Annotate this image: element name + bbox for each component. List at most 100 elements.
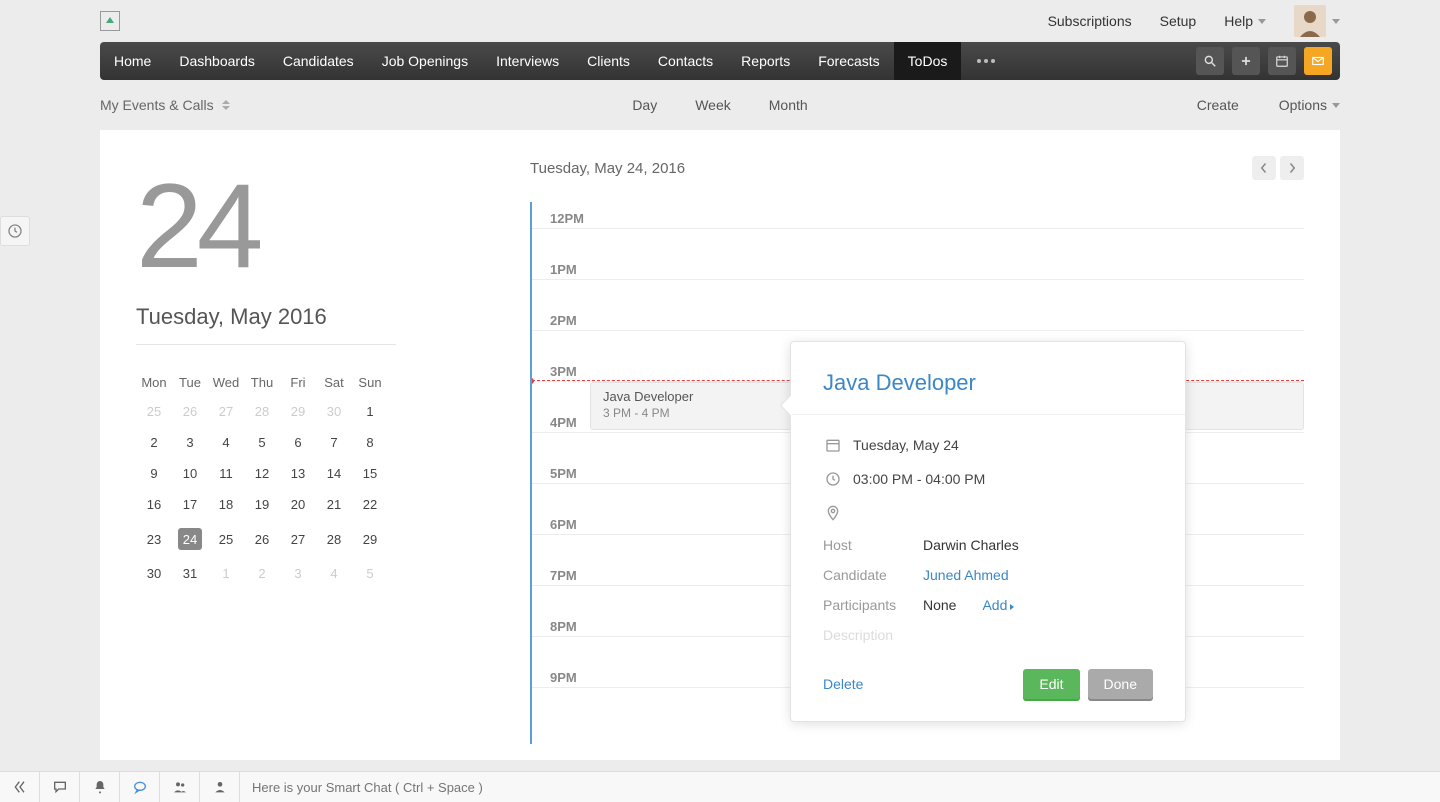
calendar-day[interactable]: 24: [172, 520, 208, 558]
setup-link[interactable]: Setup: [1160, 13, 1197, 29]
dow-header: Thu: [244, 369, 280, 396]
overflow-menu[interactable]: [961, 42, 1010, 80]
events-dropdown[interactable]: My Events & Calls: [100, 97, 230, 113]
calendar-day[interactable]: 4: [316, 558, 352, 589]
chat-icon[interactable]: [40, 772, 80, 802]
dow-header: Tue: [172, 369, 208, 396]
calendar-day[interactable]: 22: [352, 489, 388, 520]
edit-button[interactable]: Edit: [1023, 669, 1079, 699]
calendar-day[interactable]: 28: [316, 520, 352, 558]
message-bubble-icon[interactable]: [120, 772, 160, 802]
calendar-day[interactable]: 8: [352, 427, 388, 458]
caret-down-icon: [1258, 19, 1266, 24]
event-popover: Java Developer Tuesday, May 24 03:00 PM …: [790, 341, 1186, 722]
collapse-icon[interactable]: [0, 772, 40, 802]
calendar-day[interactable]: 1: [208, 558, 244, 589]
nav-item-dashboards[interactable]: Dashboards: [165, 42, 269, 80]
nav-item-contacts[interactable]: Contacts: [644, 42, 727, 80]
calendar-day[interactable]: 30: [136, 558, 172, 589]
view-day[interactable]: Day: [632, 81, 657, 129]
candidate-link[interactable]: Juned Ahmed: [923, 567, 1009, 583]
view-week[interactable]: Week: [695, 81, 731, 129]
smart-chat-input[interactable]: [240, 772, 1440, 802]
participants-value: None: [923, 597, 956, 613]
user-avatar[interactable]: [1294, 5, 1326, 37]
calendar-day[interactable]: 27: [208, 396, 244, 427]
nav-item-forecasts[interactable]: Forecasts: [804, 42, 893, 80]
main-nav: HomeDashboardsCandidatesJob OpeningsInte…: [100, 42, 1340, 80]
calendar-day[interactable]: 29: [352, 520, 388, 558]
calendar-icon[interactable]: [1268, 47, 1296, 75]
nav-item-todos[interactable]: ToDos: [894, 42, 962, 80]
done-button[interactable]: Done: [1088, 669, 1153, 699]
calendar-day[interactable]: 2: [136, 427, 172, 458]
calendar-day[interactable]: 25: [208, 520, 244, 558]
calendar-day[interactable]: 13: [280, 458, 316, 489]
subscriptions-link[interactable]: Subscriptions: [1048, 13, 1132, 29]
candidate-label: Candidate: [823, 567, 923, 583]
date-long: Tuesday, May 2016: [136, 304, 396, 345]
create-button[interactable]: Create: [1197, 97, 1239, 113]
nav-item-interviews[interactable]: Interviews: [482, 42, 573, 80]
popover-time: 03:00 PM - 04:00 PM: [853, 471, 985, 487]
participants-label: Participants: [823, 597, 923, 613]
calendar-day[interactable]: 16: [136, 489, 172, 520]
options-dropdown[interactable]: Options: [1279, 97, 1340, 113]
next-day-button[interactable]: [1280, 156, 1304, 180]
calendar-day[interactable]: 18: [208, 489, 244, 520]
nav-item-clients[interactable]: Clients: [573, 42, 644, 80]
calendar-day[interactable]: 17: [172, 489, 208, 520]
location-icon: [823, 503, 843, 523]
calendar-day[interactable]: 20: [280, 489, 316, 520]
sort-icon: [222, 100, 230, 110]
delete-button[interactable]: Delete: [823, 676, 863, 692]
calendar-day[interactable]: 28: [244, 396, 280, 427]
calendar-day[interactable]: 5: [352, 558, 388, 589]
calendar-day[interactable]: 5: [244, 427, 280, 458]
add-participant-button[interactable]: Add: [982, 597, 1014, 613]
calendar-day[interactable]: 7: [316, 427, 352, 458]
calendar-day[interactable]: 25: [136, 396, 172, 427]
calendar-day[interactable]: 2: [244, 558, 280, 589]
calendar-day[interactable]: 14: [316, 458, 352, 489]
nav-item-home[interactable]: Home: [100, 42, 165, 80]
calendar-day[interactable]: 11: [208, 458, 244, 489]
calendar-day[interactable]: 15: [352, 458, 388, 489]
users-icon[interactable]: [160, 772, 200, 802]
create-label: Create: [1197, 97, 1239, 113]
help-label: Help: [1224, 13, 1253, 29]
bell-icon[interactable]: [80, 772, 120, 802]
calendar-day[interactable]: 29: [280, 396, 316, 427]
calendar-day[interactable]: 3: [172, 427, 208, 458]
subscriptions-label: Subscriptions: [1048, 13, 1132, 29]
hour-row: 1PM: [532, 279, 1304, 280]
calendar-day[interactable]: 21: [316, 489, 352, 520]
calendar-day[interactable]: 26: [244, 520, 280, 558]
calendar-day[interactable]: 3: [280, 558, 316, 589]
calendar-day[interactable]: 27: [280, 520, 316, 558]
calendar-day[interactable]: 19: [244, 489, 280, 520]
calendar-day[interactable]: 12: [244, 458, 280, 489]
calendar-day[interactable]: 31: [172, 558, 208, 589]
caret-down-icon: [1332, 103, 1340, 108]
calendar-day[interactable]: 23: [136, 520, 172, 558]
search-icon[interactable]: [1196, 47, 1224, 75]
dow-header: Fri: [280, 369, 316, 396]
calendar-day[interactable]: 9: [136, 458, 172, 489]
calendar-day[interactable]: 1: [352, 396, 388, 427]
nav-item-job-openings[interactable]: Job Openings: [368, 42, 482, 80]
calendar-day[interactable]: 4: [208, 427, 244, 458]
user-icon[interactable]: [200, 772, 240, 802]
calendar-day[interactable]: 26: [172, 396, 208, 427]
view-month[interactable]: Month: [769, 81, 808, 129]
mail-icon[interactable]: [1304, 47, 1332, 75]
nav-item-candidates[interactable]: Candidates: [269, 42, 368, 80]
clock-tab[interactable]: [0, 216, 30, 246]
calendar-day[interactable]: 6: [280, 427, 316, 458]
nav-item-reports[interactable]: Reports: [727, 42, 804, 80]
calendar-day[interactable]: 10: [172, 458, 208, 489]
calendar-day[interactable]: 30: [316, 396, 352, 427]
help-link[interactable]: Help: [1224, 13, 1266, 29]
prev-day-button[interactable]: [1252, 156, 1276, 180]
add-icon[interactable]: [1232, 47, 1260, 75]
